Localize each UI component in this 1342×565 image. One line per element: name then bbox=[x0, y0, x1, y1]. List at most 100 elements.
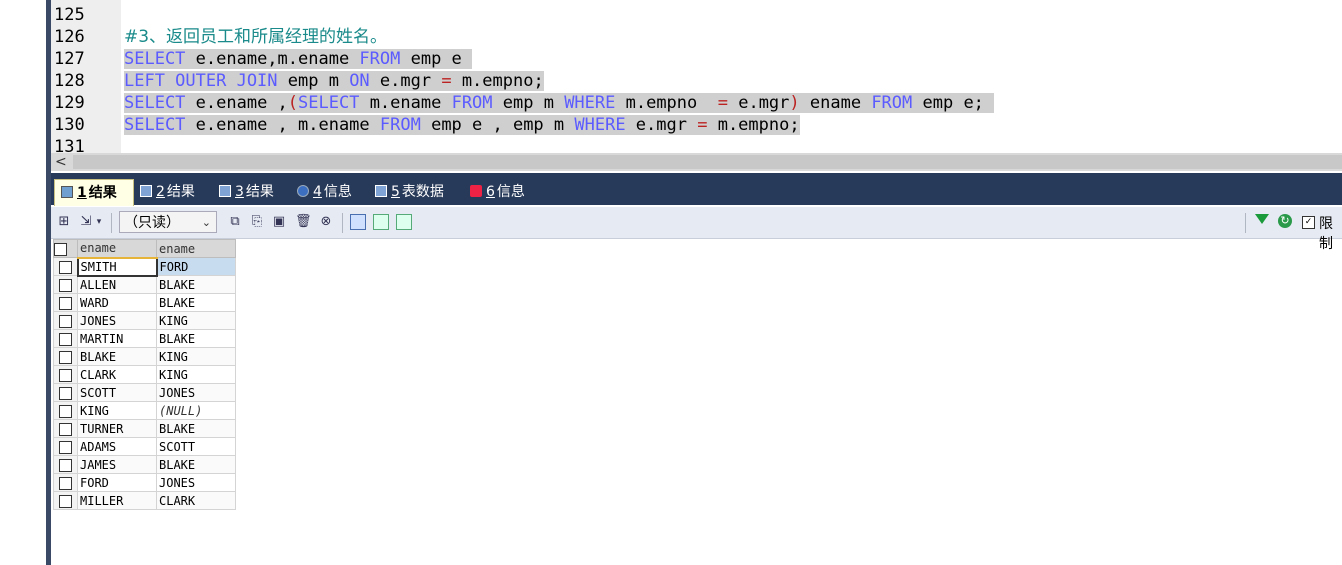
cell-employee-name[interactable]: TURNER bbox=[77, 419, 157, 438]
row-checkbox-cell[interactable] bbox=[53, 311, 78, 330]
filter-icon[interactable] bbox=[1255, 214, 1269, 224]
cell-manager-name[interactable]: KING bbox=[156, 365, 236, 384]
cell-manager-name[interactable]: BLAKE bbox=[156, 293, 236, 312]
horizontal-scrollbar[interactable]: < bbox=[51, 153, 1342, 171]
results-grid[interactable]: ename ename SMITH FORD ALLEN BLAKE WARD BLAKE… bbox=[53, 239, 236, 510]
scroll-left-arrow-icon[interactable]: < bbox=[55, 153, 67, 171]
row-checkbox-cell[interactable] bbox=[53, 437, 78, 456]
checkbox-icon[interactable] bbox=[59, 278, 72, 292]
code-line[interactable]: #3、返回员工和所属经理的姓名。 bbox=[124, 26, 387, 48]
table-row[interactable]: MARTIN BLAKE bbox=[53, 329, 236, 348]
text-view-icon[interactable] bbox=[396, 214, 412, 230]
cell-manager-name[interactable]: CLARK bbox=[156, 491, 236, 510]
refresh-icon[interactable]: ↻ bbox=[1278, 214, 1292, 228]
add-row-icon[interactable]: ⊞ bbox=[56, 214, 72, 230]
row-checkbox-cell[interactable] bbox=[53, 491, 78, 510]
code-line[interactable]: SELECT e.ename , m.ename FROM emp e , em… bbox=[124, 114, 800, 136]
select-all-checkbox-cell[interactable] bbox=[53, 239, 78, 258]
table-row[interactable]: JONES KING bbox=[53, 311, 236, 330]
cell-employee-name[interactable]: SMITH bbox=[76, 256, 158, 277]
row-checkbox-cell[interactable] bbox=[53, 383, 78, 402]
cancel-changes-icon[interactable]: ⊗ bbox=[318, 214, 334, 230]
code-line[interactable]: LEFT OUTER JOIN emp m ON e.mgr = m.empno… bbox=[124, 70, 544, 92]
checkbox-icon[interactable] bbox=[59, 296, 72, 310]
row-checkbox-cell[interactable] bbox=[53, 365, 78, 384]
cell-manager-name[interactable]: KING bbox=[156, 311, 236, 330]
cell-employee-name[interactable]: FORD bbox=[77, 473, 157, 492]
table-row[interactable]: MILLER CLARK bbox=[53, 491, 236, 510]
sql-editor[interactable]: 125 126 #3、返回员工和所属经理的姓名。 127 SELECT e.ename,… bbox=[51, 0, 1342, 153]
column-header-ename[interactable]: ename bbox=[77, 239, 157, 259]
cell-employee-name[interactable]: WARD bbox=[77, 293, 157, 312]
tab-result-4[interactable]: 4 信息 bbox=[291, 179, 367, 205]
column-header-ename-manager[interactable]: ename bbox=[156, 239, 236, 258]
cell-manager-name[interactable]: SCOTT bbox=[156, 437, 236, 456]
readonly-select[interactable]: （只读） ⌄ bbox=[119, 211, 217, 233]
form-view-icon[interactable] bbox=[373, 214, 389, 230]
row-checkbox-cell[interactable] bbox=[53, 257, 78, 276]
table-row[interactable]: KING (NULL) bbox=[53, 401, 236, 420]
checkbox-icon[interactable] bbox=[58, 260, 72, 274]
cell-employee-name[interactable]: ADAMS bbox=[77, 437, 157, 456]
cell-employee-name[interactable]: CLARK bbox=[77, 365, 157, 384]
cell-employee-name[interactable]: BLAKE bbox=[77, 347, 157, 366]
checkbox-icon[interactable] bbox=[59, 386, 72, 400]
tab-result-1[interactable]: 1 结果 bbox=[54, 179, 134, 206]
checkbox-icon[interactable] bbox=[59, 458, 72, 472]
cell-employee-name[interactable]: MILLER bbox=[77, 491, 157, 510]
duplicate-row-icon[interactable]: ⎘ bbox=[249, 214, 265, 230]
checkbox-icon[interactable] bbox=[59, 422, 72, 436]
cell-manager-name[interactable]: FORD bbox=[156, 257, 236, 276]
table-row[interactable]: FORD JONES bbox=[53, 473, 236, 492]
cell-employee-name[interactable]: SCOTT bbox=[77, 383, 157, 402]
row-checkbox-cell[interactable] bbox=[53, 329, 78, 348]
checkbox-icon[interactable] bbox=[59, 476, 72, 490]
cell-employee-name[interactable]: ALLEN bbox=[77, 275, 157, 294]
cell-employee-name[interactable]: JAMES bbox=[77, 455, 157, 474]
save-icon[interactable]: ▣ bbox=[271, 214, 287, 230]
table-row[interactable]: ADAMS SCOTT bbox=[53, 437, 236, 456]
cell-manager-name[interactable]: JONES bbox=[156, 473, 236, 492]
scrollbar-thumb[interactable] bbox=[73, 155, 1342, 169]
checkbox-icon[interactable] bbox=[59, 440, 72, 454]
tab-result-2[interactable]: 2 结果 bbox=[134, 179, 210, 205]
table-row[interactable]: SCOTT JONES bbox=[53, 383, 236, 402]
row-checkbox-cell[interactable] bbox=[53, 293, 78, 312]
cell-employee-name[interactable]: JONES bbox=[77, 311, 157, 330]
cell-employee-name[interactable]: KING bbox=[77, 401, 157, 420]
cell-manager-name[interactable]: BLAKE bbox=[156, 275, 236, 294]
row-checkbox-cell[interactable] bbox=[53, 347, 78, 366]
cell-employee-name[interactable]: MARTIN bbox=[77, 329, 157, 348]
export-dropdown-icon[interactable]: ▾ bbox=[95, 214, 103, 230]
row-checkbox-cell[interactable] bbox=[53, 455, 78, 474]
checkbox-icon[interactable] bbox=[59, 332, 72, 346]
cell-manager-name[interactable]: (NULL) bbox=[156, 401, 236, 420]
row-checkbox-cell[interactable] bbox=[53, 419, 78, 438]
row-checkbox-cell[interactable] bbox=[53, 401, 78, 420]
checkbox-icon[interactable] bbox=[59, 350, 72, 364]
cell-manager-name[interactable]: KING bbox=[156, 347, 236, 366]
cell-manager-name[interactable]: BLAKE bbox=[156, 419, 236, 438]
checkbox-icon[interactable] bbox=[59, 368, 72, 382]
export-icon[interactable]: ⇲ bbox=[78, 214, 94, 230]
table-row[interactable]: BLAKE KING bbox=[53, 347, 236, 366]
code-line[interactable]: SELECT e.ename,m.ename FROM emp e bbox=[124, 48, 473, 70]
checkbox-icon[interactable] bbox=[59, 404, 72, 418]
delete-icon[interactable]: 🗑 bbox=[295, 214, 312, 230]
grid-view-icon[interactable] bbox=[350, 214, 366, 230]
insert-row-icon[interactable]: ⧉ bbox=[227, 214, 243, 230]
tab-result-5[interactable]: 5 表数据 bbox=[369, 179, 461, 205]
table-row[interactable]: ALLEN BLAKE bbox=[53, 275, 236, 294]
table-row[interactable]: CLARK KING bbox=[53, 365, 236, 384]
checkbox-icon[interactable] bbox=[54, 242, 67, 256]
code-line[interactable]: SELECT e.ename ,(SELECT m.ename FROM emp… bbox=[124, 92, 995, 114]
row-checkbox-cell[interactable] bbox=[53, 473, 78, 492]
cell-manager-name[interactable]: BLAKE bbox=[156, 329, 236, 348]
row-checkbox-cell[interactable] bbox=[53, 275, 78, 294]
limit-checkbox[interactable]: ✓ bbox=[1302, 216, 1315, 229]
cell-manager-name[interactable]: JONES bbox=[156, 383, 236, 402]
table-row[interactable]: JAMES BLAKE bbox=[53, 455, 236, 474]
table-row[interactable]: SMITH FORD bbox=[53, 256, 236, 277]
tab-result-6[interactable]: 6 信息 bbox=[464, 179, 540, 205]
table-row[interactable]: TURNER BLAKE bbox=[53, 419, 236, 438]
